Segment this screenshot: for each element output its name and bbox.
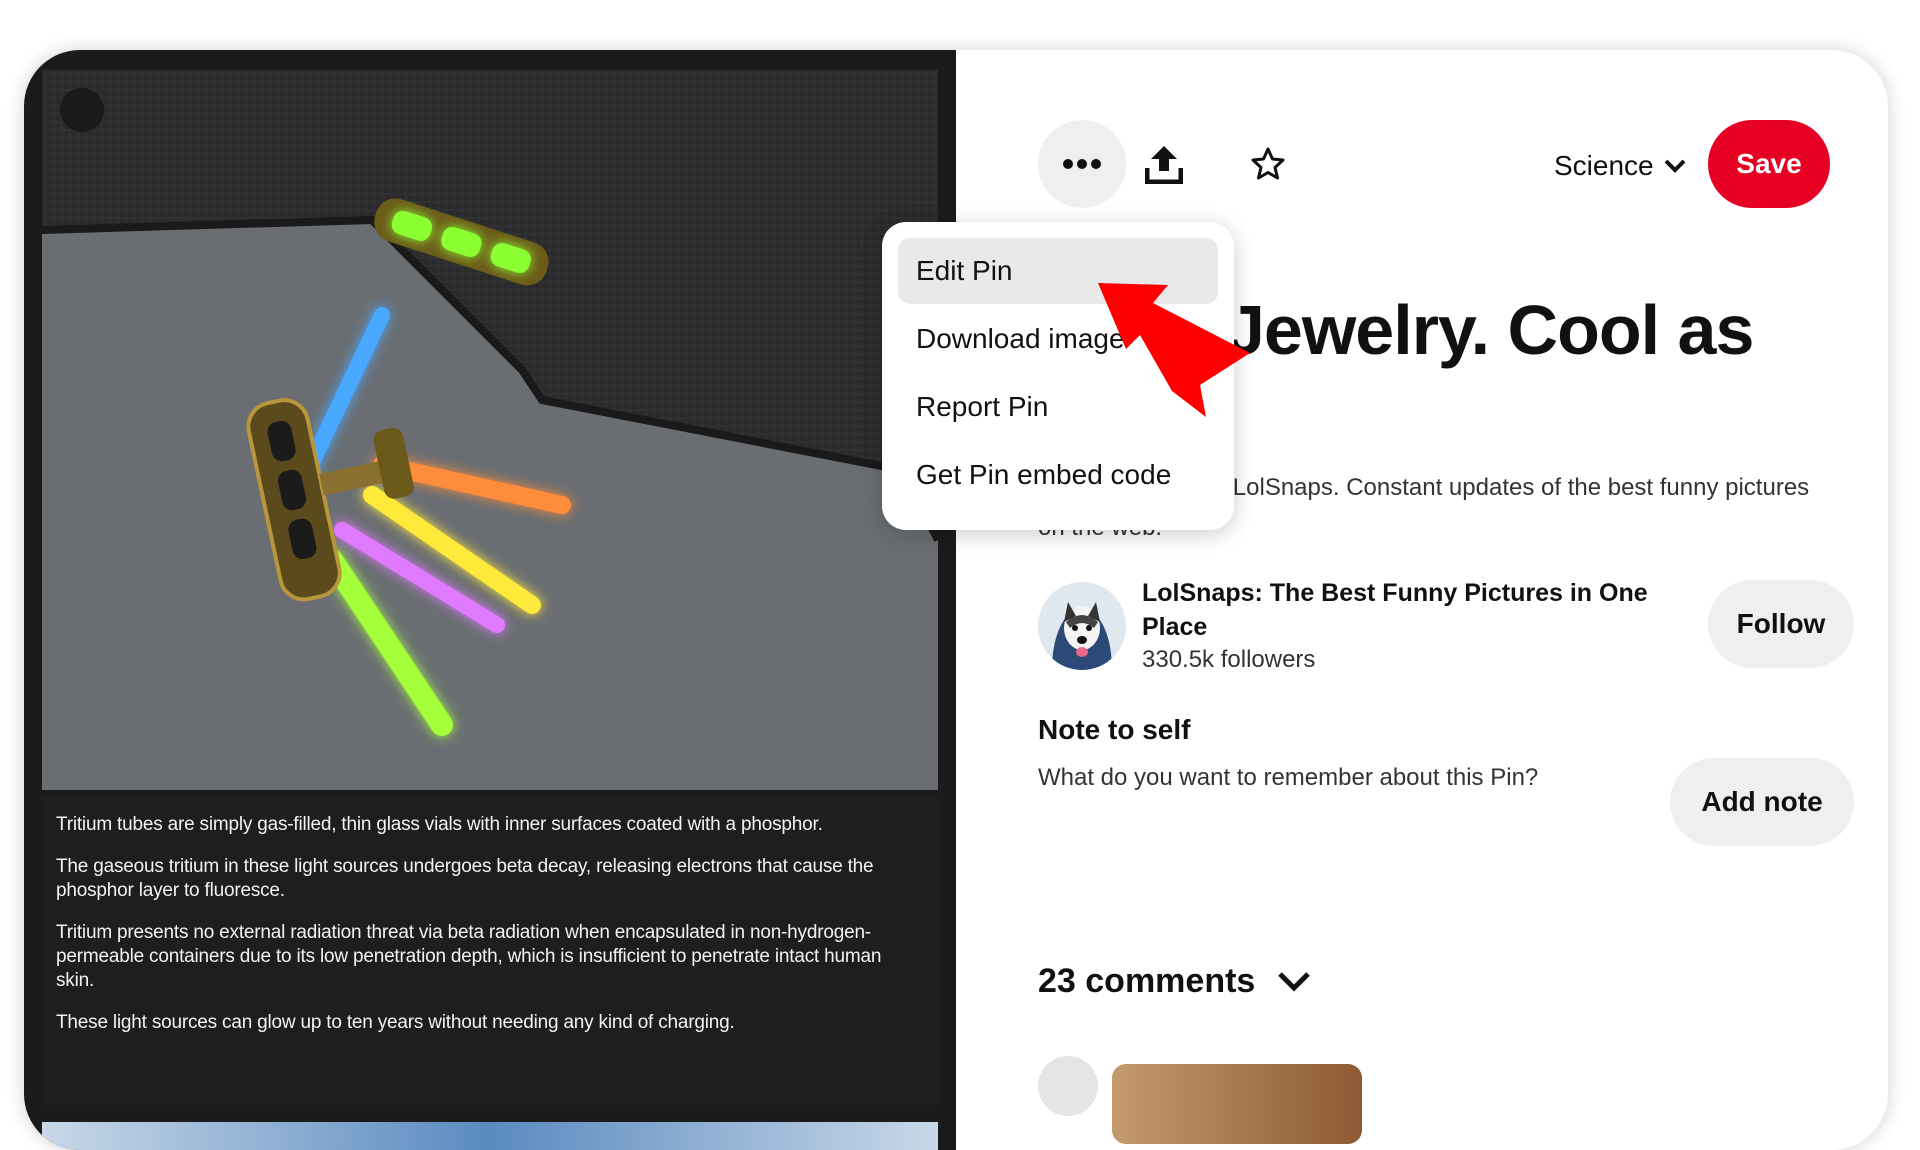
caption-paragraph: The gaseous tritium in these light sourc… bbox=[56, 856, 874, 901]
creator-followers: 330.5k followers bbox=[1142, 646, 1316, 673]
next-image-strip bbox=[42, 1122, 938, 1150]
chevron-down-icon bbox=[1664, 159, 1686, 173]
annotation-arrow-icon bbox=[1098, 283, 1250, 417]
pin-title: Jewelry. Cool as bbox=[1226, 291, 1754, 369]
comment-image[interactable] bbox=[1112, 1064, 1362, 1144]
board-select-dropdown[interactable]: Science bbox=[1554, 146, 1686, 186]
comments-toggle[interactable]: 23 comments bbox=[1038, 962, 1311, 1001]
pin-details-panel: Science Save Jewelry. Cool as Brought to… bbox=[956, 50, 1888, 1150]
caption-paragraph: These light sources can glow up to ten y… bbox=[56, 1012, 735, 1033]
favorite-button[interactable] bbox=[1238, 134, 1298, 194]
note-prompt: What do you want to remember about this … bbox=[1038, 764, 1539, 791]
note-heading: Note to self bbox=[1038, 714, 1191, 745]
share-button[interactable] bbox=[1134, 134, 1194, 194]
creator-name[interactable]: LolSnaps: The Best Funny Pictures in One… bbox=[1142, 576, 1662, 644]
share-upload-icon bbox=[1145, 146, 1183, 184]
husky-avatar-image bbox=[1038, 582, 1126, 670]
follow-button[interactable]: Follow bbox=[1708, 580, 1854, 668]
tritium-jewelry-illustration bbox=[42, 70, 938, 790]
more-options-button[interactable] bbox=[1038, 120, 1126, 208]
pin-image-panel: Tritium tubes are simply gas-filled, thi… bbox=[24, 50, 956, 1150]
comments-count: 23 comments bbox=[1038, 962, 1256, 1000]
more-horizontal-icon bbox=[1063, 159, 1101, 169]
star-outline-icon bbox=[1251, 147, 1285, 180]
add-note-button[interactable]: Add note bbox=[1670, 758, 1854, 846]
image-caption-box: Tritium tubes are simply gas-filled, thi… bbox=[42, 795, 938, 1105]
save-button[interactable]: Save bbox=[1708, 120, 1830, 208]
creator-avatar[interactable] bbox=[1038, 582, 1126, 670]
chevron-down-icon bbox=[1278, 971, 1311, 992]
comment-avatar[interactable] bbox=[1038, 1056, 1098, 1116]
pin-card: Tritium tubes are simply gas-filled, thi… bbox=[24, 50, 1888, 1150]
caption-paragraph: Tritium tubes are simply gas-filled, thi… bbox=[56, 814, 823, 835]
menu-item-get-embed-code[interactable]: Get Pin embed code bbox=[898, 442, 1218, 508]
pin-photo[interactable] bbox=[42, 70, 938, 790]
board-select-label: Science bbox=[1554, 150, 1654, 181]
caption-paragraph: Tritium presents no external radiation t… bbox=[56, 922, 882, 991]
